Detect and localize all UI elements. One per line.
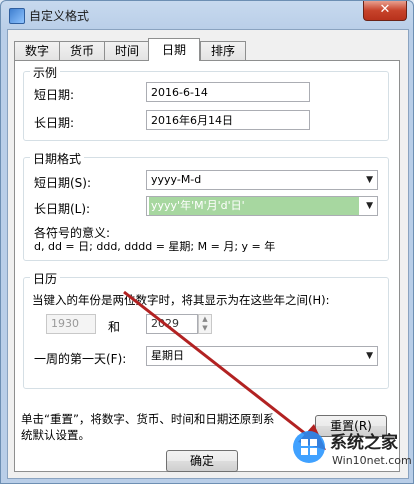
first-day-combo[interactable]: 星期日 ▼ — [146, 346, 378, 366]
custom-format-dialog: 自定义格式 ✕ 数字 货币 时间 日期 排序 示例 短日期: 2016-6-14… — [0, 0, 414, 484]
chevron-down-icon: ▼ — [366, 175, 373, 185]
symbol-meaning-text: d, dd = 日; ddd, dddd = 星期; M = 月; y = 年 — [34, 240, 276, 253]
date-format-group: 日期格式 短日期(S): yyyy-M-d ▼ 长日期(L): yyyy'年'M… — [23, 150, 389, 261]
reset-button[interactable]: 重置(R) — [315, 415, 387, 437]
dialog-client-area: 数字 货币 时间 日期 排序 示例 短日期: 2016-6-14 长日期: 20… — [7, 29, 409, 479]
example-group: 示例 短日期: 2016-6-14 长日期: 2016年6月14日 — [23, 64, 389, 141]
reset-desc-line2: 统默认设置。 — [21, 428, 90, 442]
tab-currency[interactable]: 货币 — [59, 41, 105, 60]
app-icon — [9, 8, 25, 24]
long-date-format-value: yyyy'年'M'月'd'日' — [149, 197, 359, 215]
long-date-format-combo[interactable]: yyyy'年'M'月'd'日' ▼ — [146, 196, 378, 216]
date-format-group-title: 日期格式 — [30, 150, 85, 167]
chevron-down-icon: ▼ — [366, 351, 373, 361]
example-short-label: 短日期: — [34, 88, 75, 102]
close-button[interactable]: ✕ — [363, 1, 407, 21]
year-spin-buttons[interactable]: ▲ ▼ — [198, 314, 212, 334]
calendar-group-title: 日历 — [30, 270, 61, 287]
first-day-label: 一周的第一天(F): — [34, 352, 127, 366]
tab-number[interactable]: 数字 — [14, 41, 60, 60]
example-short-value: 2016-6-14 — [146, 82, 310, 102]
ok-button[interactable]: 确定 — [166, 450, 238, 472]
first-day-value: 星期日 — [151, 349, 184, 362]
reset-desc-line1: 单击“重置”，将数字、货币、时间和日期还原到系 — [21, 412, 275, 426]
and-label: 和 — [108, 320, 121, 334]
title-bar: 自定义格式 ✕ — [1, 1, 413, 29]
tab-sort[interactable]: 排序 — [200, 41, 246, 60]
short-date-format-combo[interactable]: yyyy-M-d ▼ — [146, 170, 378, 190]
long-date-format-label: 长日期(L): — [34, 202, 91, 216]
example-group-title: 示例 — [30, 64, 61, 81]
from-year-field: 1930 — [46, 314, 96, 334]
tab-time[interactable]: 时间 — [104, 41, 150, 60]
window-title: 自定义格式 — [29, 9, 90, 23]
chevron-down-icon: ▼ — [366, 201, 373, 211]
tab-date[interactable]: 日期 — [148, 38, 200, 61]
two-digit-year-desc: 当键入的年份是两位数字时，将其显示为在这些年之间(H): — [32, 293, 330, 307]
to-year-field[interactable]: 2029 — [146, 314, 198, 334]
short-date-format-value: yyyy-M-d — [151, 173, 202, 186]
short-date-format-label: 短日期(S): — [34, 176, 92, 190]
date-tab-panel: 示例 短日期: 2016-6-14 长日期: 2016年6月14日 日期格式 短… — [14, 60, 400, 472]
example-long-value: 2016年6月14日 — [146, 110, 310, 130]
calendar-group: 日历 当键入的年份是两位数字时，将其显示为在这些年之间(H): 1930 和 2… — [23, 270, 389, 389]
example-long-label: 长日期: — [34, 116, 75, 130]
